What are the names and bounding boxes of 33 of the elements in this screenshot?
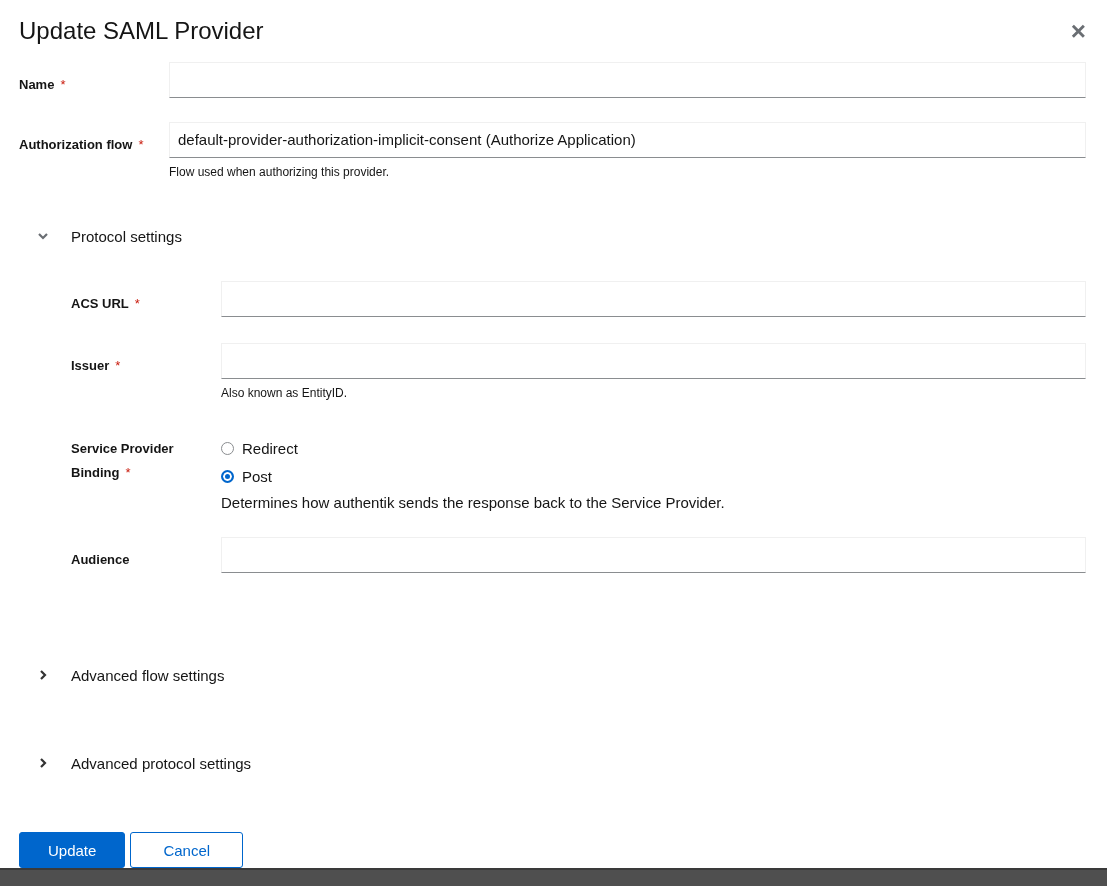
- text-field[interactable]: [221, 281, 1086, 317]
- field-label: Issuer *: [71, 357, 122, 375]
- text-field[interactable]: [169, 61, 1086, 98]
- dialog-title: Update SAML Provider: [19, 16, 264, 45]
- field-label: Audience: [71, 551, 131, 569]
- radio-button[interactable]: [221, 441, 234, 455]
- chevron-down-icon: [37, 230, 49, 242]
- required-mark: *: [138, 136, 144, 152]
- helper-text: Flow used when authorizing this provider.: [169, 164, 391, 179]
- section-toggle[interactable]: Protocol settings: [19, 224, 182, 248]
- option-label[interactable]: Post: [242, 467, 272, 485]
- chevron-right-icon: [37, 669, 49, 681]
- cancel-button[interactable]: Cancel: [130, 832, 244, 868]
- section-toggle[interactable]: Advanced protocol settings: [19, 751, 252, 775]
- field-label: Authorization flow *: [19, 135, 145, 154]
- chevron-right-icon: [37, 757, 49, 769]
- required-mark: *: [134, 296, 140, 311]
- required-mark: *: [125, 465, 131, 480]
- text-field[interactable]: default-provider-authorization-implicit-consent (Authorize Application): [169, 121, 1086, 158]
- text-field[interactable]: [221, 537, 1086, 573]
- close-button[interactable]: ×: [1070, 17, 1086, 44]
- option-label[interactable]: Redirect: [242, 439, 298, 457]
- required-mark: *: [60, 76, 66, 92]
- text-field[interactable]: [221, 343, 1086, 379]
- submit-button[interactable]: Update: [19, 832, 126, 868]
- field-label: Service Provider Binding *: [71, 440, 175, 482]
- helper-text: Also known as EntityID.: [221, 386, 349, 400]
- field-label: ACS URL *: [71, 295, 141, 313]
- radio-button[interactable]: [221, 469, 234, 483]
- required-mark: *: [115, 358, 121, 373]
- helper-text: Determines how authentik sends the response back to the Service Provider.: [221, 494, 726, 511]
- field-label: Name *: [19, 75, 67, 94]
- section-toggle[interactable]: Advanced flow settings: [19, 663, 225, 687]
